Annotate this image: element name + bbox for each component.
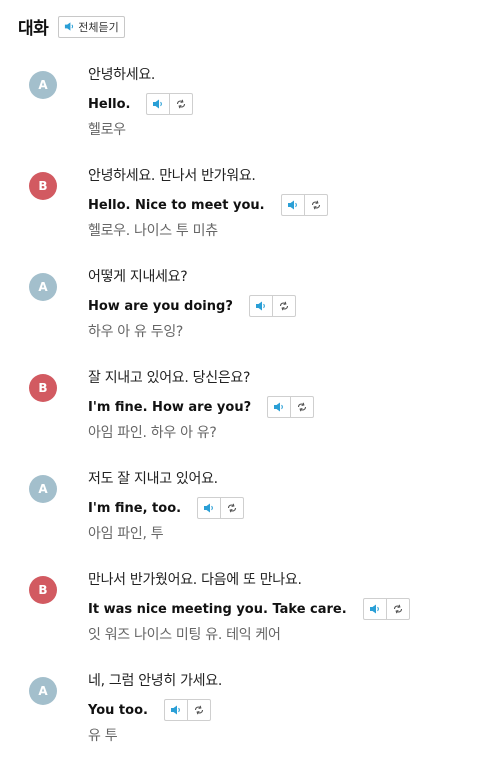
dialogue-entry: A 안녕하세요. Hello. 헬로우 [0, 64, 485, 165]
play-audio-button[interactable] [147, 94, 169, 114]
english-sentence: You too. [88, 702, 148, 718]
dialogue-content: 만나서 반가웠어요. 다음에 또 만나요. It was nice meeting… [88, 569, 410, 646]
speaker-icon [273, 398, 285, 417]
dialogue-entry: B 잘 지내고 있어요. 당신은요? I'm fine. How are you? 아… [0, 367, 485, 468]
korean-sentence: 만나서 반가웠어요. 다음에 또 만나요. [88, 572, 302, 588]
dialogue-entry: B 안녕하세요. 만나서 반가워요. Hello. Nice to meet you… [0, 165, 485, 266]
korean-sentence: 저도 잘 지내고 있어요. [88, 471, 218, 487]
audio-controls [362, 598, 410, 620]
repeat-audio-button[interactable] [169, 94, 192, 114]
dialogue-list: A 안녕하세요. Hello. 헬로우 B 안녕하세요. 만나서 반가워요. Hello. … [0, 64, 485, 771]
english-row: You too. [88, 697, 222, 723]
english-sentence: Hello. [88, 96, 131, 112]
play-audio-button[interactable] [165, 700, 187, 720]
speaker-avatar: A [29, 71, 57, 99]
pronunciation: 헬로우 [88, 122, 126, 138]
repeat-icon [226, 499, 238, 518]
english-row: Hello. Nice to meet you. [88, 192, 328, 218]
dialogue-content: 저도 잘 지내고 있어요. I'm fine, too. 아임 파인, 투 [88, 468, 245, 545]
english-row: I'm fine. How are you? [88, 394, 315, 420]
english-sentence: It was nice meeting you. Take care. [88, 601, 347, 617]
repeat-icon [392, 600, 404, 619]
header: 대화 전체듣기 [18, 14, 125, 39]
speaker-icon [369, 600, 381, 619]
audio-controls [146, 93, 194, 115]
audio-controls [267, 396, 315, 418]
speaker-icon [287, 196, 299, 215]
korean-sentence: 네, 그럼 안녕히 가세요. [88, 673, 222, 689]
repeat-icon [193, 701, 205, 720]
speaker-icon [255, 297, 267, 316]
speaker-avatar: B [29, 576, 57, 604]
repeat-audio-button[interactable] [385, 599, 409, 619]
dialogue-content: 네, 그럼 안녕히 가세요. You too. 유 투 [88, 670, 222, 747]
repeat-audio-button[interactable] [186, 700, 210, 720]
dialogue-entry: B 만나서 반가웠어요. 다음에 또 만나요. It was nice meetin… [0, 569, 485, 670]
play-audio-button[interactable] [364, 599, 386, 619]
listen-all-button[interactable]: 전체듣기 [58, 15, 125, 38]
pronunciation: 아임 파인. 하우 아 유? [88, 425, 217, 441]
repeat-icon [278, 297, 290, 316]
speaker-avatar: A [29, 677, 57, 705]
speaker-icon [203, 499, 215, 518]
english-sentence: I'm fine, too. [88, 500, 182, 516]
speaker-avatar: A [29, 475, 57, 503]
english-sentence: I'm fine. How are you? [88, 399, 252, 415]
speaker-icon [152, 95, 164, 114]
speaker-avatar: B [29, 374, 57, 402]
audio-controls [248, 295, 296, 317]
dialogue-content: 안녕하세요. Hello. 헬로우 [88, 64, 194, 141]
dialogue-entry: A 어떻게 지내세요? How are you doing? 하우 아 유 두잉? [0, 266, 485, 367]
repeat-icon [310, 196, 322, 215]
dialogue-entry: A 저도 잘 지내고 있어요. I'm fine, too. 아임 파인, 투 [0, 468, 485, 569]
audio-controls [163, 699, 211, 721]
korean-sentence: 안녕하세요. [88, 67, 156, 83]
play-audio-button[interactable] [268, 397, 290, 417]
pronunciation: 헬로우. 나이스 투 미츄 [88, 223, 218, 239]
speaker-avatar: A [29, 273, 57, 301]
speaker-avatar: B [29, 172, 57, 200]
repeat-audio-button[interactable] [220, 498, 243, 518]
repeat-audio-button[interactable] [271, 296, 295, 316]
play-audio-button[interactable] [282, 195, 304, 215]
pronunciation: 유 투 [88, 728, 118, 744]
english-row: I'm fine, too. [88, 495, 245, 521]
page-title: 대화 [18, 19, 49, 39]
speaker-icon [64, 21, 75, 32]
play-audio-button[interactable] [250, 296, 272, 316]
repeat-icon [175, 95, 187, 114]
play-audio-button[interactable] [198, 498, 220, 518]
pronunciation: 아임 파인, 투 [88, 526, 164, 542]
repeat-icon [296, 398, 308, 417]
audio-controls [197, 497, 245, 519]
english-sentence: Hello. Nice to meet you. [88, 197, 265, 213]
pronunciation: 잇 워즈 나이스 미팅 유. 테익 케어 [88, 627, 281, 643]
dialogue-entry: A 네, 그럼 안녕히 가세요. You too. 유 투 [0, 670, 485, 771]
speaker-icon [170, 701, 182, 720]
dialogue-content: 잘 지내고 있어요. 당신은요? I'm fine. How are you? 아임… [88, 367, 315, 444]
repeat-audio-button[interactable] [303, 195, 327, 215]
english-row: How are you doing? [88, 293, 296, 319]
audio-controls [280, 194, 328, 216]
repeat-audio-button[interactable] [290, 397, 313, 417]
dialogue-content: 어떻게 지내세요? How are you doing? 하우 아 유 두잉? [88, 266, 296, 343]
listen-all-label: 전체듣기 [78, 20, 119, 34]
dialogue-content: 안녕하세요. 만나서 반가워요. Hello. Nice to meet you.… [88, 165, 328, 242]
korean-sentence: 어떻게 지내세요? [88, 269, 188, 285]
english-row: Hello. [88, 91, 194, 117]
korean-sentence: 잘 지내고 있어요. 당신은요? [88, 370, 251, 386]
korean-sentence: 안녕하세요. 만나서 반가워요. [88, 168, 256, 184]
english-row: It was nice meeting you. Take care. [88, 596, 410, 622]
pronunciation: 하우 아 유 두잉? [88, 324, 184, 340]
english-sentence: How are you doing? [88, 298, 233, 314]
